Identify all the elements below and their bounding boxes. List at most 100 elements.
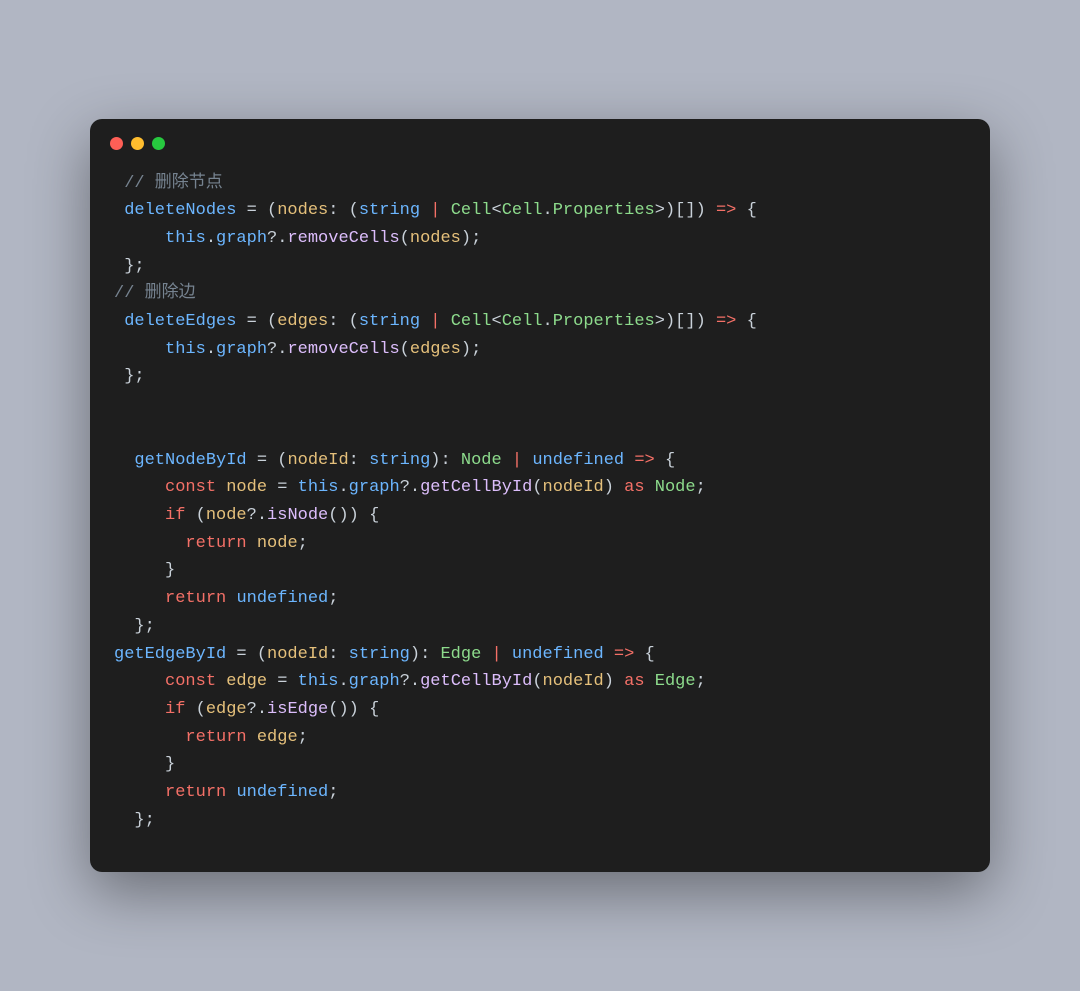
punct: ) xyxy=(430,451,440,470)
identifier: deleteEdges xyxy=(124,312,236,331)
var: edge xyxy=(257,728,298,747)
type: Edge xyxy=(440,645,481,664)
type: Cell xyxy=(451,201,492,220)
method: removeCells xyxy=(287,340,399,359)
keyword: if xyxy=(165,700,185,719)
punct: ) xyxy=(604,672,614,691)
param: edges xyxy=(277,312,328,331)
punct: ( xyxy=(349,201,359,220)
operator: | xyxy=(502,451,533,470)
space xyxy=(247,534,257,553)
punct: ) xyxy=(461,340,471,359)
punct: ( xyxy=(196,700,206,719)
close-dot-icon[interactable] xyxy=(110,137,123,150)
punct: ( xyxy=(349,312,359,331)
punct: ; xyxy=(471,229,481,248)
type: Properties xyxy=(553,312,655,331)
method: getCellById xyxy=(420,478,532,497)
property: graph xyxy=(349,478,400,497)
operator: | xyxy=(420,312,451,331)
operator: => xyxy=(624,451,665,470)
punct: ; xyxy=(145,811,155,830)
operator: | xyxy=(420,201,451,220)
punct: < xyxy=(492,312,502,331)
type: string xyxy=(369,451,430,470)
keyword: this xyxy=(165,229,206,248)
punct: ) xyxy=(349,700,359,719)
punct: } xyxy=(134,811,144,830)
property: graph xyxy=(216,229,267,248)
code-editor[interactable]: // 删除节点 deleteNodes = (nodes: (string | … xyxy=(90,158,990,841)
operator: = xyxy=(226,645,257,664)
operator: = xyxy=(267,672,298,691)
punct: } xyxy=(134,617,144,636)
type: string xyxy=(359,312,420,331)
punct: } xyxy=(124,257,134,276)
punct: ) xyxy=(604,478,614,497)
operator: ?. xyxy=(400,478,420,497)
keyword: this xyxy=(298,478,339,497)
punct: { xyxy=(747,201,757,220)
punct: > xyxy=(655,201,665,220)
punct: ( xyxy=(267,201,277,220)
identifier: getEdgeById xyxy=(114,645,226,664)
operator: ?. xyxy=(247,506,267,525)
punct: ) xyxy=(461,229,471,248)
arg: nodes xyxy=(410,229,461,248)
punct: : xyxy=(328,645,348,664)
operator: => xyxy=(604,645,645,664)
operator: = xyxy=(247,451,278,470)
punct: ; xyxy=(471,340,481,359)
punct: . xyxy=(206,229,216,248)
type: Node xyxy=(461,451,502,470)
punct: )[] xyxy=(665,201,696,220)
type: Cell xyxy=(502,312,543,331)
method: isNode xyxy=(267,506,328,525)
punct: ( xyxy=(267,312,277,331)
maximize-dot-icon[interactable] xyxy=(152,137,165,150)
punct: ; xyxy=(134,367,144,386)
minimize-dot-icon[interactable] xyxy=(131,137,144,150)
punct: ( xyxy=(196,506,206,525)
punct: ) xyxy=(410,645,420,664)
keyword: this xyxy=(298,672,339,691)
value: undefined xyxy=(236,589,328,608)
punct: { xyxy=(645,645,655,664)
punct: . xyxy=(338,478,348,497)
punct: )[] xyxy=(665,312,696,331)
operator: | xyxy=(481,645,512,664)
arg: nodeId xyxy=(543,478,604,497)
keyword: as xyxy=(614,672,655,691)
comment: // 删除边 xyxy=(114,284,196,303)
punct: ( xyxy=(532,672,542,691)
type: undefined xyxy=(532,451,624,470)
code-window: // 删除节点 deleteNodes = (nodes: (string | … xyxy=(90,119,990,873)
window-titlebar xyxy=(90,119,990,158)
space xyxy=(247,728,257,747)
keyword: return xyxy=(165,783,226,802)
var: edge xyxy=(226,672,267,691)
type: Edge xyxy=(655,672,696,691)
punct: > xyxy=(655,312,665,331)
punct: { xyxy=(369,700,379,719)
punct: ; xyxy=(298,534,308,553)
punct: : xyxy=(349,451,369,470)
type: undefined xyxy=(512,645,604,664)
param: nodes xyxy=(277,201,328,220)
keyword: const xyxy=(165,478,216,497)
type: Properties xyxy=(553,201,655,220)
punct: ) xyxy=(696,201,706,220)
punct: } xyxy=(165,561,175,580)
punct: ) xyxy=(338,506,348,525)
keyword: if xyxy=(165,506,185,525)
punct: < xyxy=(492,201,502,220)
punct: } xyxy=(165,755,175,774)
punct: ( xyxy=(400,340,410,359)
space xyxy=(216,672,226,691)
operator: => xyxy=(706,312,747,331)
var: node xyxy=(226,478,267,497)
punct: ) xyxy=(338,700,348,719)
punct: ( xyxy=(257,645,267,664)
type: Node xyxy=(655,478,696,497)
punct: . xyxy=(543,201,553,220)
